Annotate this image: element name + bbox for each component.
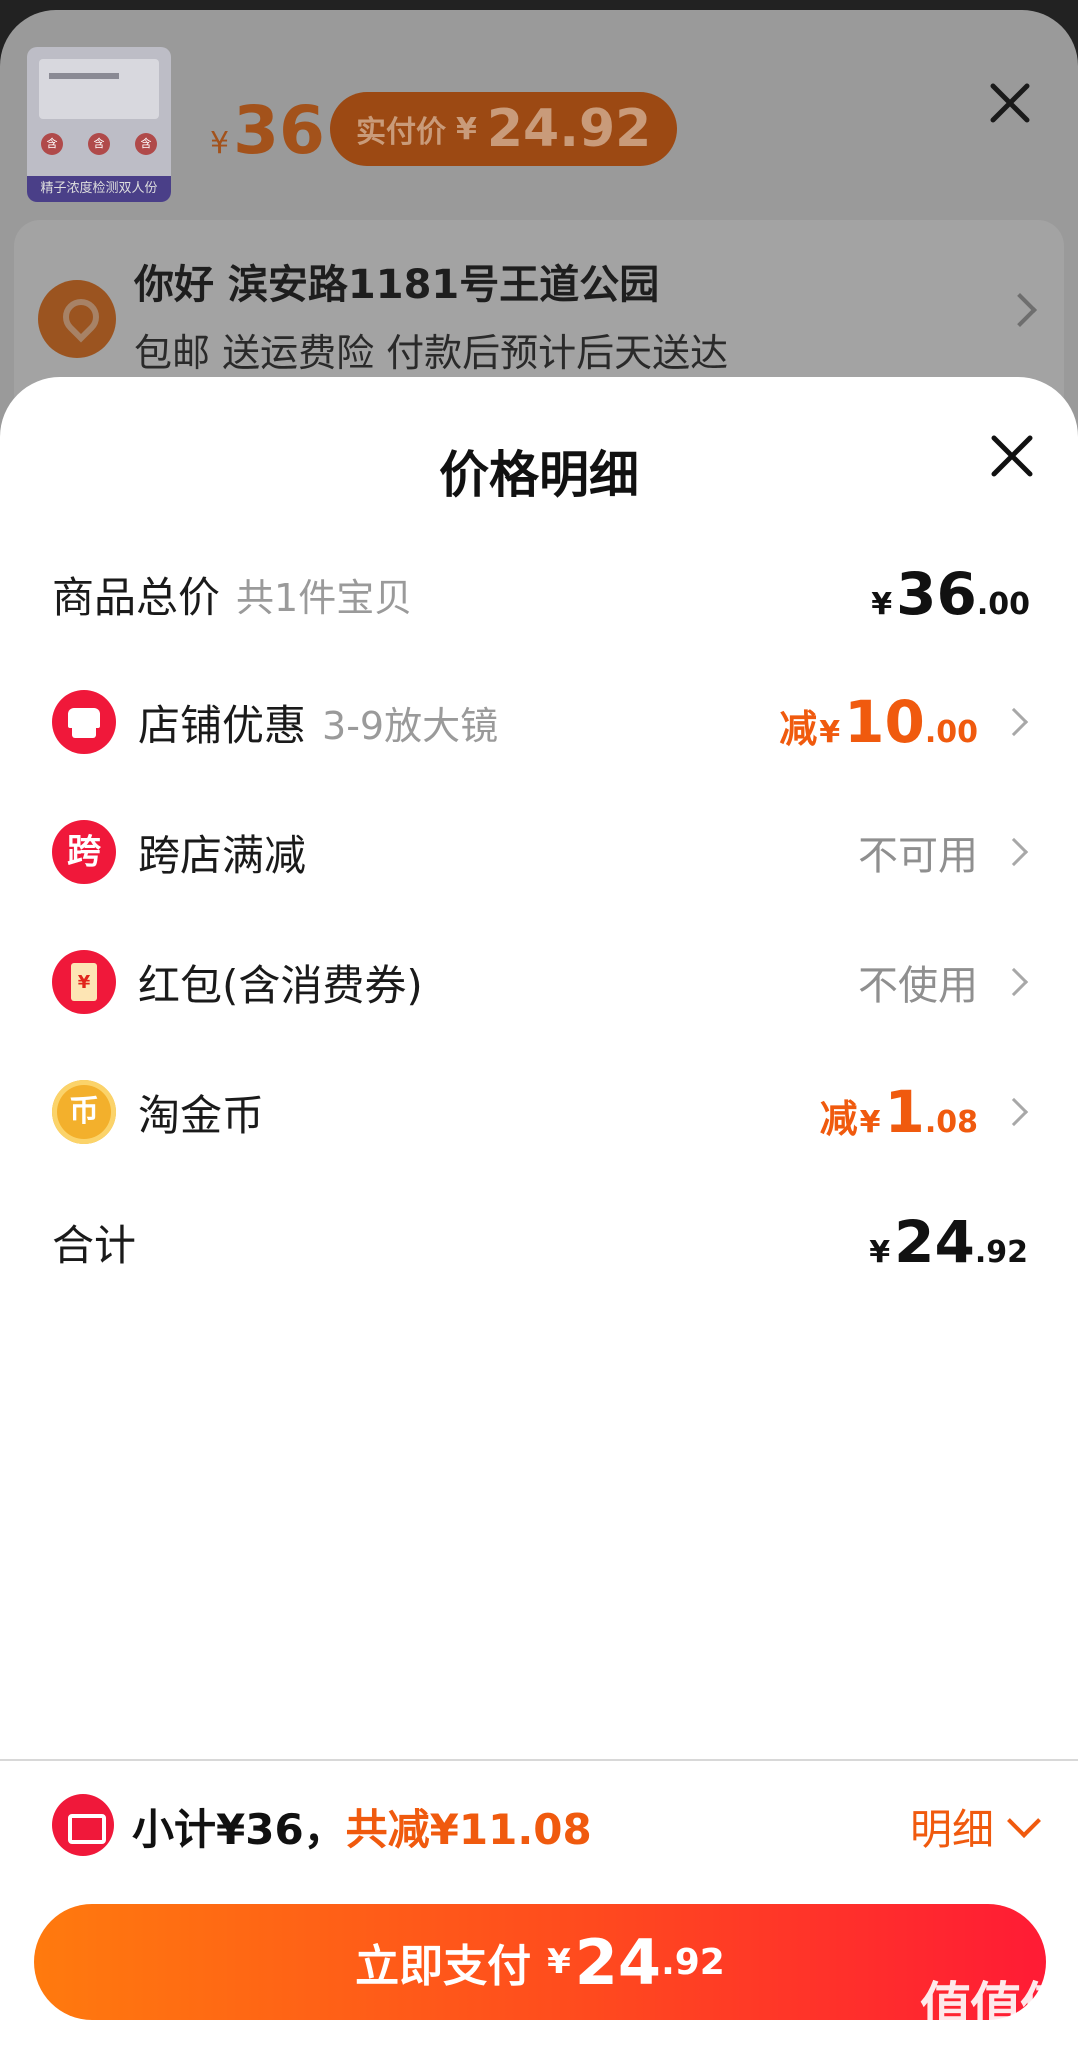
pay-now-button[interactable]: 立即支付 ¥ 24 .92 xyxy=(34,1904,1046,2020)
currency-symbol: ¥ xyxy=(871,587,893,622)
product-price: ¥ 36 xyxy=(210,92,325,169)
thumbnail-badge: 含 xyxy=(135,133,157,155)
paid-price-value: 24.92 xyxy=(486,99,652,159)
currency-symbol: ¥ xyxy=(456,111,477,147)
chevron-down-icon xyxy=(1007,1803,1041,1838)
amount-integer: 10 xyxy=(844,688,925,756)
amount-integer: 1 xyxy=(884,1078,925,1146)
chevron-right-icon xyxy=(999,707,1029,737)
footer-divider xyxy=(0,1759,1078,1761)
pay-button-label: 立即支付 xyxy=(355,1941,532,1992)
cross-store-icon: 跨 xyxy=(52,820,116,884)
shop-icon xyxy=(52,690,116,754)
pay-amount-decimal: .92 xyxy=(661,1941,725,1983)
thumbnail-caption: 精子浓度检测双人份 xyxy=(27,176,171,202)
watermark: 值值值 zhizhizhi.com xyxy=(920,1965,1072,2048)
currency-symbol: ¥ xyxy=(819,715,841,750)
subtotal-text: 小计¥36， xyxy=(132,1805,346,1854)
row-status: 不使用 xyxy=(858,963,978,1009)
ticket-icon xyxy=(52,1794,114,1856)
pay-amount-integer: 24 xyxy=(574,1925,662,1999)
discount-prefix: 减 xyxy=(779,707,818,751)
close-icon[interactable] xyxy=(985,429,1039,483)
amount-integer: 24 xyxy=(894,1208,975,1276)
product-box-image xyxy=(39,59,159,119)
amount-decimal: .00 xyxy=(924,715,978,750)
row-cross-store-discount[interactable]: 跨 跨店满减 不可用 xyxy=(0,807,1078,897)
row-label: 商品总价 xyxy=(52,572,221,622)
price-value: 36 xyxy=(233,92,325,169)
row-amount: ¥ 24 .92 xyxy=(869,1208,1028,1276)
currency-symbol: ¥ xyxy=(547,1942,571,1982)
detail-toggle-button[interactable]: 明细 xyxy=(910,1796,1041,1857)
row-label: 淘金币 xyxy=(138,1090,265,1140)
coin-symbol: 币 xyxy=(69,1094,99,1129)
chevron-right-icon xyxy=(999,1097,1029,1127)
row-label: 店铺优惠 xyxy=(138,700,307,750)
product-thumbnail[interactable]: 含 含 含 精子浓度检测双人份 xyxy=(27,47,171,202)
row-sub-label: 3-9放大镜 xyxy=(322,703,499,748)
discount-prefix: 减 xyxy=(819,1097,858,1141)
row-label: 红包(含消费券) xyxy=(138,960,423,1010)
row-amount: 减 ¥ 1 .08 xyxy=(820,1078,978,1146)
modal-title: 价格明细 xyxy=(439,446,639,504)
close-icon[interactable] xyxy=(985,78,1035,128)
row-goods-total: 商品总价 共1件宝贝 ¥ 36 .00 xyxy=(0,549,1078,639)
watermark-site: zhizhizhi.com xyxy=(926,2027,1048,2048)
location-pin-icon xyxy=(38,280,116,358)
row-label: 合计 xyxy=(52,1220,137,1270)
row-amount: 减 ¥ 10 .00 xyxy=(779,688,978,756)
amount-decimal: .08 xyxy=(924,1105,978,1140)
amount-integer: 36 xyxy=(896,560,977,628)
row-sub-label: 共1件宝贝 xyxy=(236,575,413,620)
gold-coin-icon: 币 xyxy=(52,1080,116,1144)
red-packet-icon: ¥ xyxy=(52,950,116,1014)
thumbnail-badge: 含 xyxy=(41,133,63,155)
row-red-packet[interactable]: ¥ 红包(含消费券) 不使用 xyxy=(0,937,1078,1027)
paid-price-badge: 实付价 ¥ 24.92 xyxy=(330,92,678,166)
address-subtitle: 包邮 送运费险 付款后预计后天送达 xyxy=(134,331,729,375)
subtotal-summary: 小计¥36， 共减¥11.08 xyxy=(132,1796,592,1857)
row-grand-total: 合计 ¥ 24 .92 xyxy=(0,1197,1078,1287)
row-amount: ¥ 36 .00 xyxy=(871,560,1030,628)
amount-decimal: .92 xyxy=(974,1235,1028,1270)
row-label: 跨店满减 xyxy=(138,830,307,880)
detail-toggle-label: 明细 xyxy=(910,1805,995,1854)
row-store-discount[interactable]: 店铺优惠 3-9放大镜 减 ¥ 10 .00 xyxy=(0,677,1078,767)
address-title: 你好 滨安路1181号王道公园 xyxy=(134,262,660,308)
paid-price-label: 实付价 xyxy=(356,115,446,150)
chevron-right-icon xyxy=(999,967,1029,997)
currency-symbol: ¥ xyxy=(859,1105,881,1140)
thumbnail-badge: 含 xyxy=(88,133,110,155)
row-gold-coins[interactable]: 币 淘金币 减 ¥ 1 .08 xyxy=(0,1067,1078,1157)
discount-total-text: 共减¥11.08 xyxy=(345,1805,592,1854)
red-packet-symbol: ¥ xyxy=(77,972,91,993)
thumbnail-badges: 含 含 含 xyxy=(41,133,157,155)
row-status: 不可用 xyxy=(858,833,978,879)
chevron-right-icon xyxy=(999,837,1029,867)
amount-decimal: .00 xyxy=(976,587,1030,622)
currency-symbol: ¥ xyxy=(869,1235,891,1270)
currency-symbol: ¥ xyxy=(210,126,230,161)
